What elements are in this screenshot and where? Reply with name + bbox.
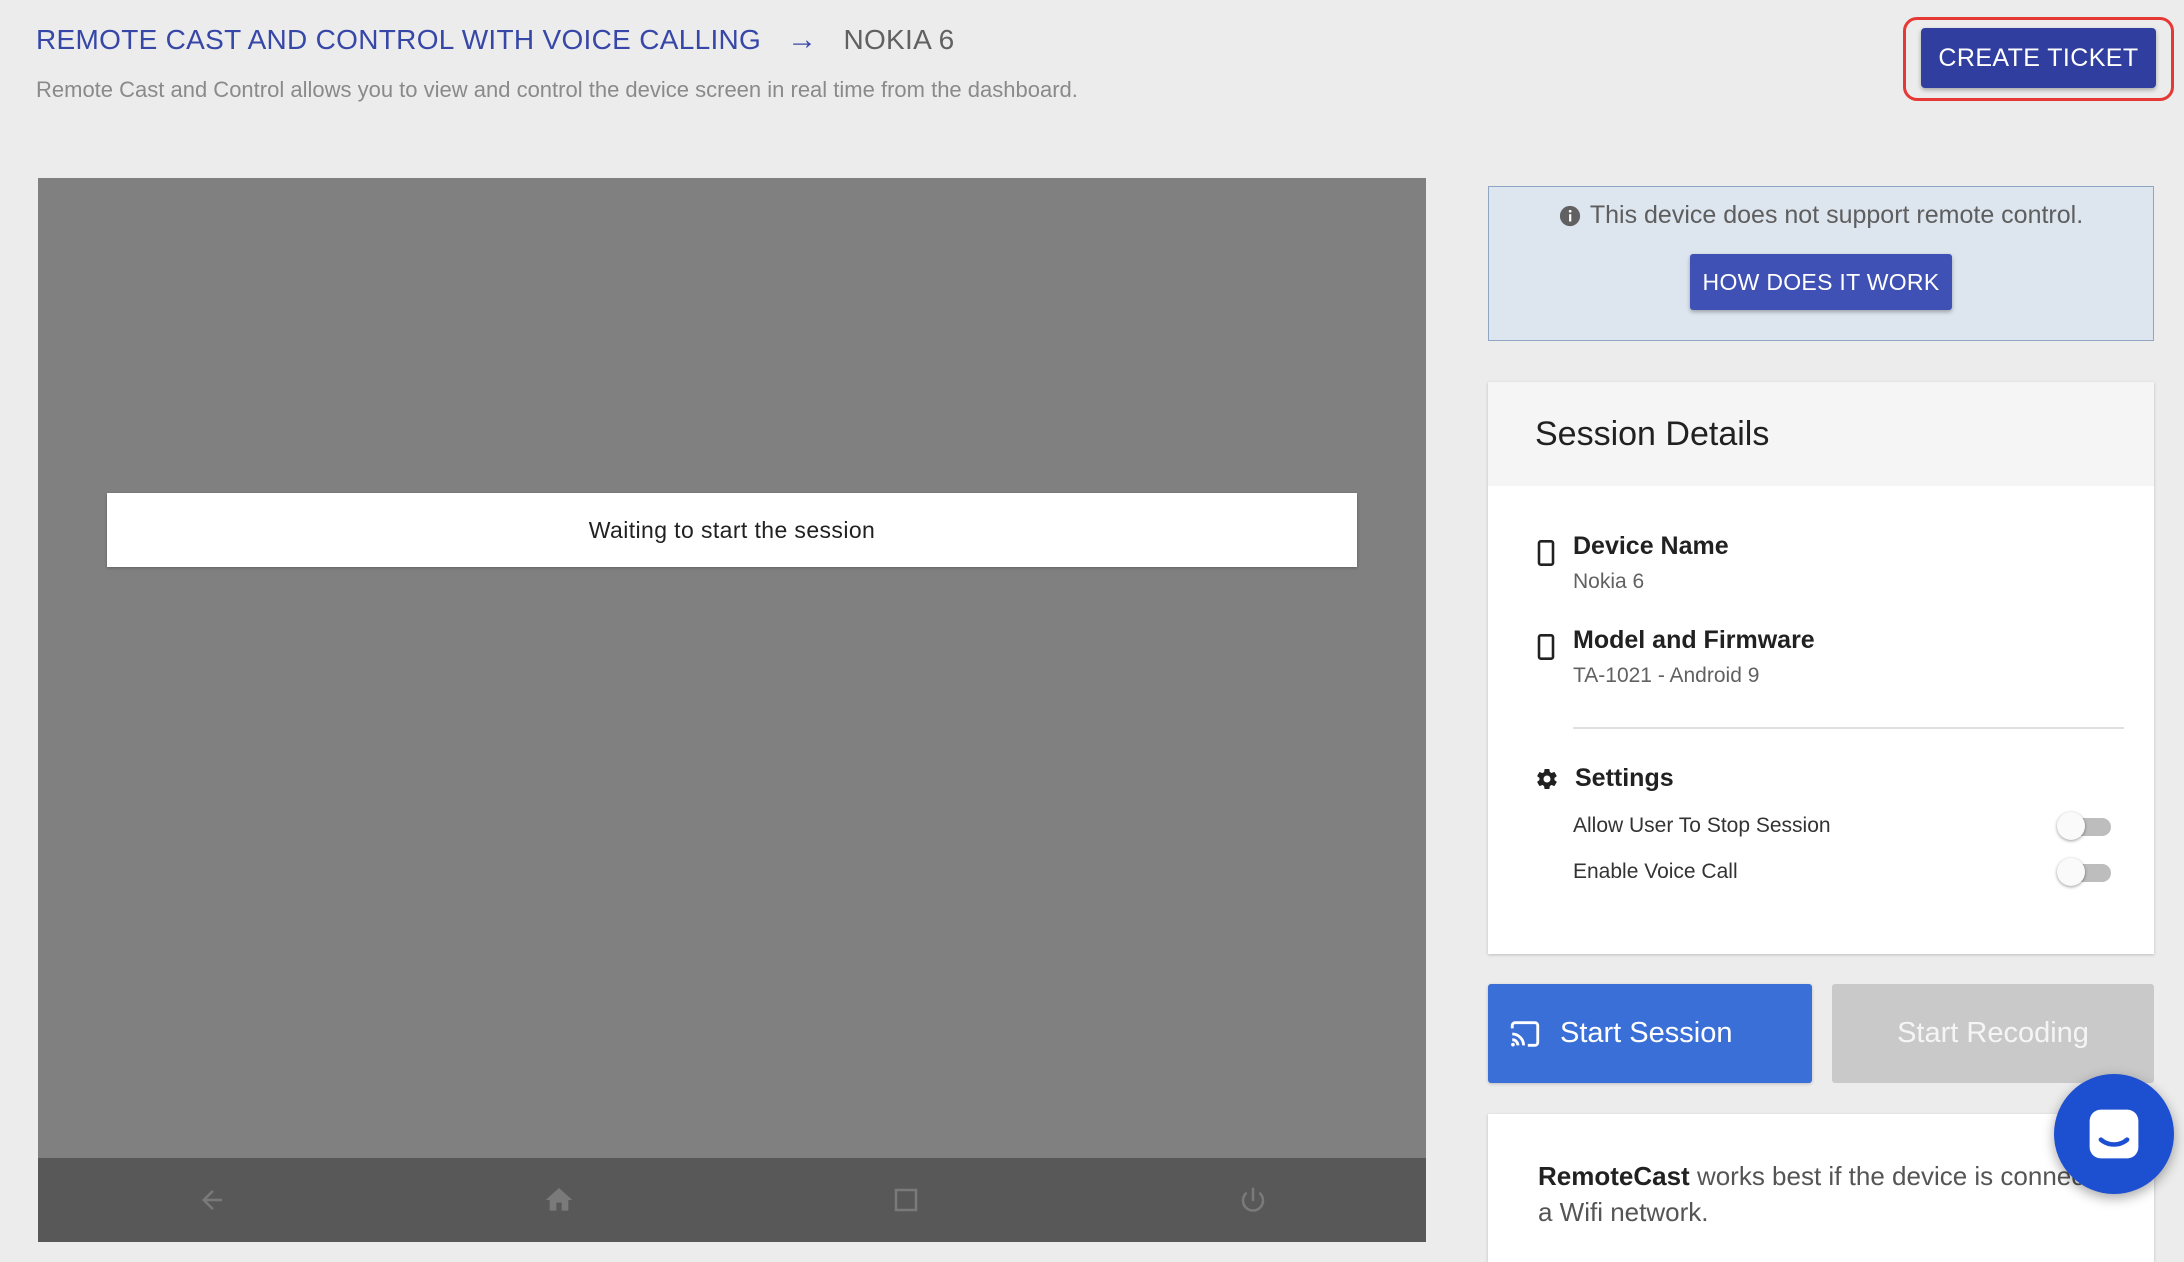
- power-icon[interactable]: [1223, 1170, 1283, 1230]
- details-divider: [1573, 727, 2124, 729]
- gear-icon: [1537, 768, 1557, 789]
- device-name-row: Device Name Nokia 6: [1535, 532, 1729, 594]
- model-firmware-label: Model and Firmware: [1573, 626, 1815, 654]
- phone-icon: [1537, 634, 1555, 660]
- setting-voice-call-label: Enable Voice Call: [1573, 860, 1738, 883]
- toggle-thumb: [2057, 858, 2085, 886]
- recents-icon[interactable]: [876, 1170, 936, 1230]
- start-recording-button[interactable]: Start Recoding: [1832, 984, 2154, 1083]
- breadcrumb: REMOTE CAST AND CONTROL WITH VOICE CALLI…: [36, 24, 955, 56]
- chat-icon: [2089, 1109, 2139, 1159]
- setting-allow-stop-row: Allow User To Stop Session: [1573, 811, 2113, 841]
- chat-launcher-button[interactable]: [2054, 1074, 2174, 1194]
- setting-allow-stop-label: Allow User To Stop Session: [1573, 814, 1831, 837]
- allow-stop-toggle[interactable]: [2057, 811, 2113, 841]
- model-firmware-row: Model and Firmware TA-1021 - Android 9: [1535, 626, 1815, 688]
- home-icon[interactable]: [529, 1170, 589, 1230]
- device-name-label: Device Name: [1573, 532, 1729, 560]
- how-does-it-work-button[interactable]: HOW DOES IT WORK: [1690, 254, 1952, 310]
- notice-message: This device does not support remote cont…: [1489, 201, 2153, 230]
- settings-heading: Settings: [1535, 764, 1674, 793]
- tip-brand: RemoteCast: [1538, 1161, 1690, 1191]
- session-details-title: Session Details: [1535, 414, 1770, 453]
- unsupported-notice: This device does not support remote cont…: [1488, 186, 2154, 341]
- notice-text: This device does not support remote cont…: [1589, 201, 2084, 229]
- model-firmware-value: TA-1021 - Android 9: [1573, 664, 1760, 687]
- breadcrumb-feature-link[interactable]: REMOTE CAST AND CONTROL WITH VOICE CALLI…: [36, 24, 761, 56]
- toggle-thumb: [2057, 812, 2085, 840]
- settings-label: Settings: [1575, 764, 1674, 792]
- cast-icon: [1510, 1020, 1540, 1047]
- create-ticket-button[interactable]: CREATE TICKET: [1921, 28, 2156, 88]
- remote-cast-page: REMOTE CAST AND CONTROL WITH VOICE CALLI…: [0, 0, 2184, 1262]
- back-icon[interactable]: [182, 1170, 242, 1230]
- session-details-header: Session Details: [1488, 382, 2154, 486]
- start-session-button[interactable]: Start Session: [1488, 984, 1812, 1083]
- arrow-right-icon: →: [787, 23, 818, 56]
- session-details-card: Session Details Device Name Nokia 6 Mode…: [1488, 382, 2154, 954]
- page-subtitle: Remote Cast and Control allows you to vi…: [36, 77, 1078, 102]
- device-screen[interactable]: Waiting to start the session: [38, 178, 1426, 1242]
- device-name-value: Nokia 6: [1573, 570, 1645, 593]
- phone-icon: [1537, 540, 1555, 566]
- device-nav-bar: [38, 1158, 1426, 1242]
- start-session-label: Start Session: [1560, 1017, 1733, 1049]
- voice-call-toggle[interactable]: [2057, 857, 2113, 887]
- breadcrumb-device: NOKIA 6: [843, 24, 955, 55]
- session-status-banner: Waiting to start the session: [107, 493, 1357, 567]
- info-icon: [1559, 205, 1580, 226]
- setting-voice-call-row: Enable Voice Call: [1573, 857, 2113, 887]
